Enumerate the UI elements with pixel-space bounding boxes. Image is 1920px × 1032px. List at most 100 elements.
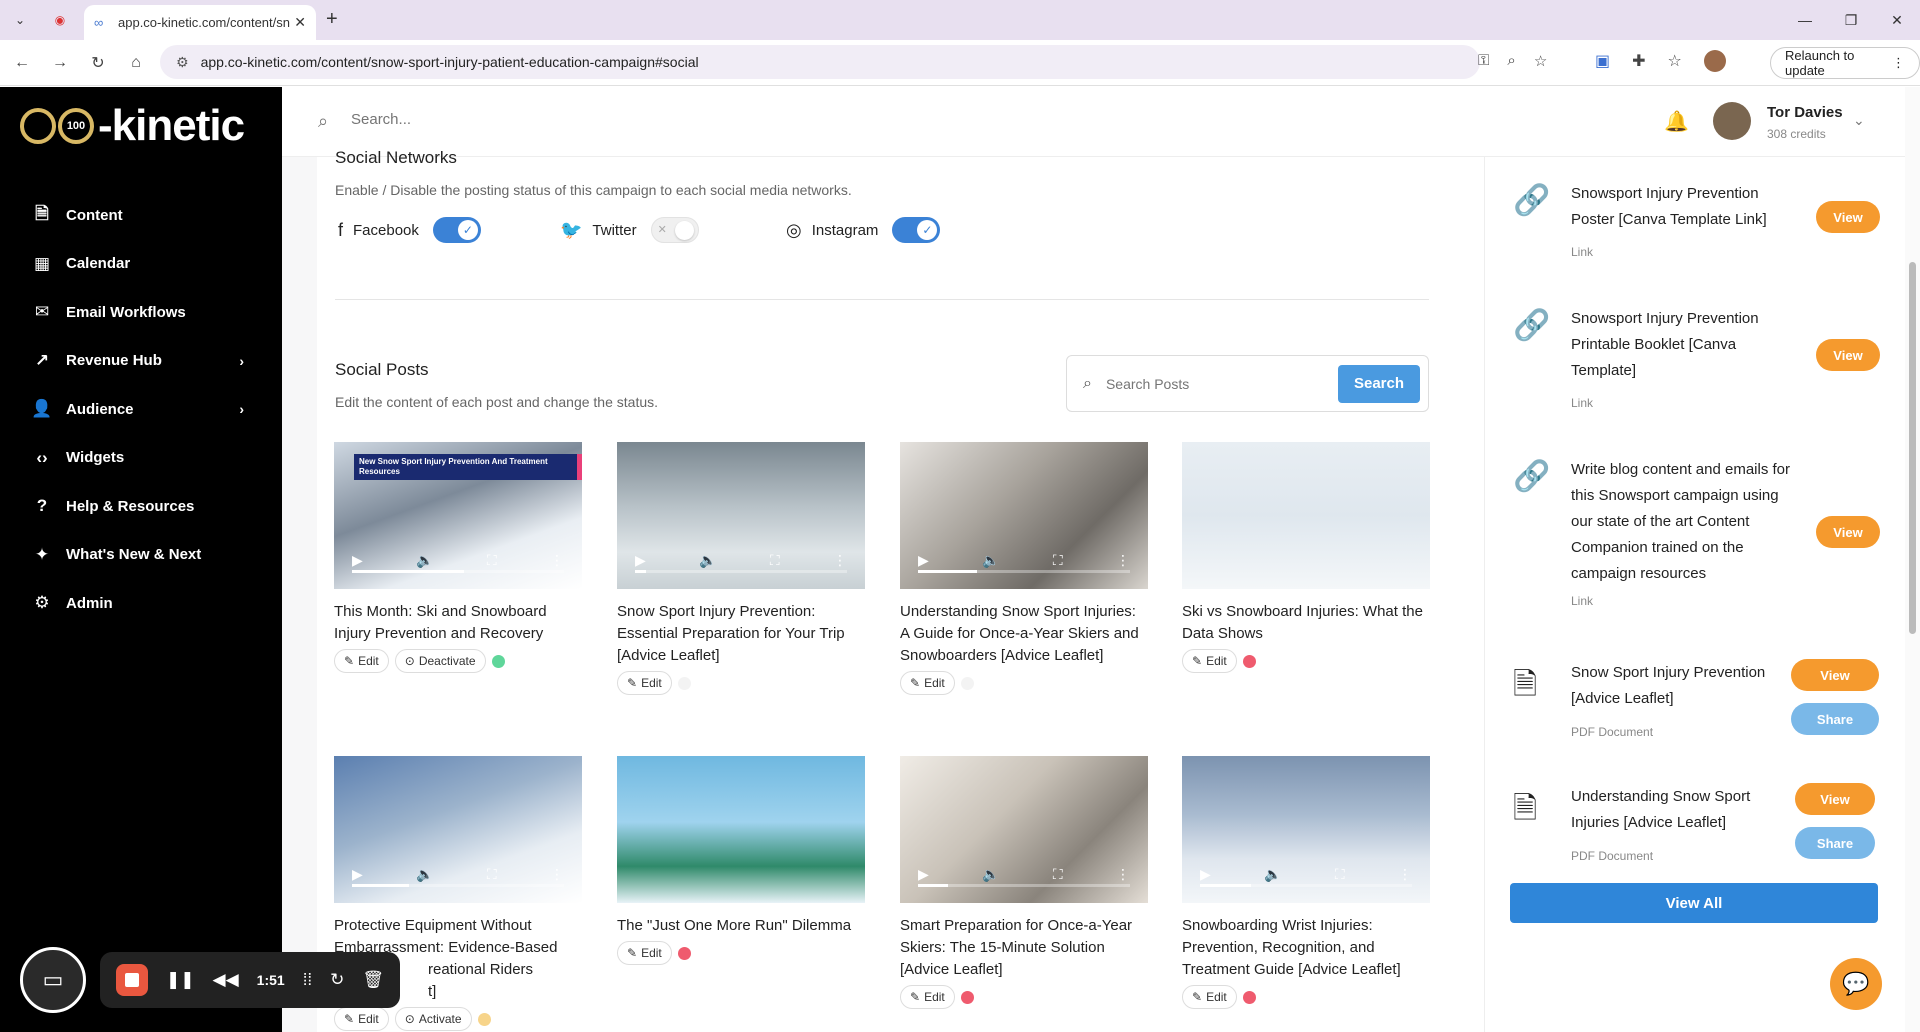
more-icon[interactable]: ⋮ [1116, 552, 1130, 569]
fullscreen-icon[interactable]: ⛶ [770, 552, 780, 569]
video-progress[interactable] [635, 570, 847, 573]
search-posts-button[interactable]: Search [1338, 364, 1420, 403]
chat-launcher-icon[interactable]: 💬 [1830, 958, 1882, 1010]
rewind-icon[interactable]: ◀◀ [213, 970, 239, 990]
volume-icon[interactable]: 🔈 [416, 866, 433, 883]
volume-icon[interactable]: 🔈 [416, 552, 433, 569]
play-icon[interactable]: ▶ [352, 552, 363, 569]
post-video[interactable]: ▶ 🔈 ⛶ ⋮ [617, 442, 865, 589]
extension-icon[interactable]: ▣ [1595, 51, 1610, 71]
relaunch-button[interactable]: Relaunch to update ⋮ [1770, 47, 1920, 79]
pause-icon[interactable]: ❚❚ [166, 970, 195, 990]
fullscreen-icon[interactable]: ⛶ [487, 552, 497, 569]
video-progress[interactable] [918, 570, 1130, 573]
restore-icon[interactable]: ❐ [1828, 0, 1874, 40]
edit-button[interactable]: ✎ Edit [617, 671, 672, 695]
new-tab-button[interactable]: + [326, 8, 338, 31]
user-name[interactable]: Tor Davies [1767, 104, 1843, 121]
more-icon[interactable]: ⋮ [1116, 866, 1130, 883]
minimize-icon[interactable]: — [1782, 0, 1828, 40]
sidebar-item-email-workflows[interactable]: ✉ Email Workflows [0, 288, 282, 337]
window-close-icon[interactable]: ✕ [1874, 0, 1920, 40]
instagram-toggle[interactable] [892, 217, 941, 243]
sidebar-item-whats-new[interactable]: ✦ What's New & Next [0, 531, 282, 580]
search-posts-input[interactable] [1105, 375, 1338, 392]
stop-recording-button[interactable] [116, 964, 148, 996]
home-icon[interactable]: ⌂ [120, 54, 152, 72]
post-image[interactable] [617, 756, 865, 903]
video-progress[interactable] [1200, 884, 1412, 887]
volume-icon[interactable]: 🔈 [982, 866, 999, 883]
fullscreen-icon[interactable]: ⛶ [1053, 552, 1063, 569]
post-video[interactable]: ▶ 🔈 ⛶ ⋮ [334, 756, 582, 903]
play-icon[interactable]: ▶ [1200, 866, 1211, 883]
deactivate-button[interactable]: ⊙ Deactivate [394, 649, 486, 673]
puzzle-icon[interactable]: ✚ [1632, 51, 1645, 71]
profile-avatar[interactable] [1703, 50, 1726, 72]
restart-icon[interactable]: ↻ [330, 970, 344, 990]
brand-logo[interactable]: 100 -kinetic [20, 101, 245, 151]
back-icon[interactable]: ← [6, 54, 38, 72]
activate-button[interactable]: ⊙ Activate [394, 1007, 472, 1031]
edit-button[interactable]: ✎ Edit [900, 985, 955, 1009]
bell-icon[interactable]: 🔔 [1664, 109, 1689, 134]
volume-icon[interactable]: 🔈 [982, 552, 999, 569]
facebook-toggle[interactable] [432, 217, 481, 243]
scrollbar-thumb[interactable] [1909, 262, 1916, 634]
trash-icon[interactable]: 🗑 [362, 970, 384, 990]
password-key-icon[interactable]: ⚿ [1478, 52, 1489, 70]
sidebar-item-help[interactable]: ? Help & Resources [0, 482, 282, 531]
bookmark-star-icon[interactable]: ☆ [1534, 52, 1547, 70]
grid-icon[interactable]: ⁞⁞ [303, 970, 312, 990]
browser-tab[interactable]: ∞ app.co-kinetic.com/content/sn ✕ [84, 5, 316, 40]
edit-button[interactable]: ✎ Edit [334, 649, 389, 673]
site-info-icon[interactable]: ⚙ [176, 54, 189, 71]
volume-icon[interactable]: 🔈 [699, 552, 716, 569]
view-button[interactable]: View [1816, 201, 1880, 233]
edit-button[interactable]: ✎ Edit [1182, 985, 1237, 1009]
view-button[interactable]: View [1816, 339, 1880, 371]
forward-icon[interactable]: → [44, 54, 76, 72]
share-button[interactable]: Share [1795, 827, 1875, 859]
video-progress[interactable] [352, 570, 564, 573]
more-menu-icon[interactable]: ⋮ [1892, 55, 1905, 71]
fullscreen-icon[interactable]: ⛶ [487, 866, 497, 883]
zoom-icon[interactable]: ⌕ [1507, 52, 1515, 70]
play-icon[interactable]: ▶ [635, 552, 646, 569]
sidebar-item-content[interactable]: 🗎 Content [0, 191, 282, 240]
reload-icon[interactable]: ↻ [82, 53, 114, 73]
post-image[interactable] [1182, 442, 1430, 589]
view-button[interactable]: View [1816, 516, 1880, 548]
twitter-toggle[interactable] [650, 217, 699, 243]
sidebar-item-admin[interactable]: ⚙ Admin [0, 579, 282, 628]
edit-button[interactable]: ✎ Edit [1182, 649, 1237, 673]
more-icon[interactable]: ⋮ [1398, 866, 1412, 883]
volume-icon[interactable]: 🔈 [1264, 866, 1281, 883]
tab-search-chevron-icon[interactable]: ⌄ [0, 0, 40, 40]
user-avatar[interactable] [1713, 102, 1751, 140]
play-icon[interactable]: ▶ [352, 866, 363, 883]
video-progress[interactable] [918, 884, 1130, 887]
edit-button[interactable]: ✎ Edit [617, 941, 672, 965]
tab-close-icon[interactable]: ✕ [294, 14, 306, 31]
view-button[interactable]: View [1795, 783, 1875, 815]
sidebar-item-calendar[interactable]: ▦ Calendar [0, 240, 282, 289]
view-all-button[interactable]: View All [1510, 883, 1878, 923]
post-video[interactable]: New Snow Sport Injury Prevention And Tre… [334, 442, 582, 589]
share-button[interactable]: Share [1791, 703, 1879, 735]
sidebar-item-audience[interactable]: 👤 Audience › [0, 385, 282, 434]
fullscreen-icon[interactable]: ⛶ [1053, 866, 1063, 883]
address-bar[interactable]: ⚙ app.co-kinetic.com/content/snow-sport-… [160, 45, 1480, 79]
post-video[interactable]: ▶ 🔈 ⛶ ⋮ [900, 756, 1148, 903]
more-icon[interactable]: ⋮ [833, 552, 847, 569]
camera-toggle[interactable]: ▭ [20, 947, 86, 1013]
sidebar-item-widgets[interactable]: ‹› Widgets [0, 434, 282, 483]
edit-button[interactable]: ✎ Edit [900, 671, 955, 695]
play-icon[interactable]: ▶ [918, 866, 929, 883]
global-search-input[interactable] [351, 111, 651, 128]
more-icon[interactable]: ⋮ [550, 552, 564, 569]
play-icon[interactable]: ▶ [918, 552, 929, 569]
sidebar-item-revenue-hub[interactable]: ↗ Revenue Hub › [0, 337, 282, 386]
post-video[interactable]: ▶ 🔈 ⛶ ⋮ [900, 442, 1148, 589]
more-icon[interactable]: ⋮ [550, 866, 564, 883]
